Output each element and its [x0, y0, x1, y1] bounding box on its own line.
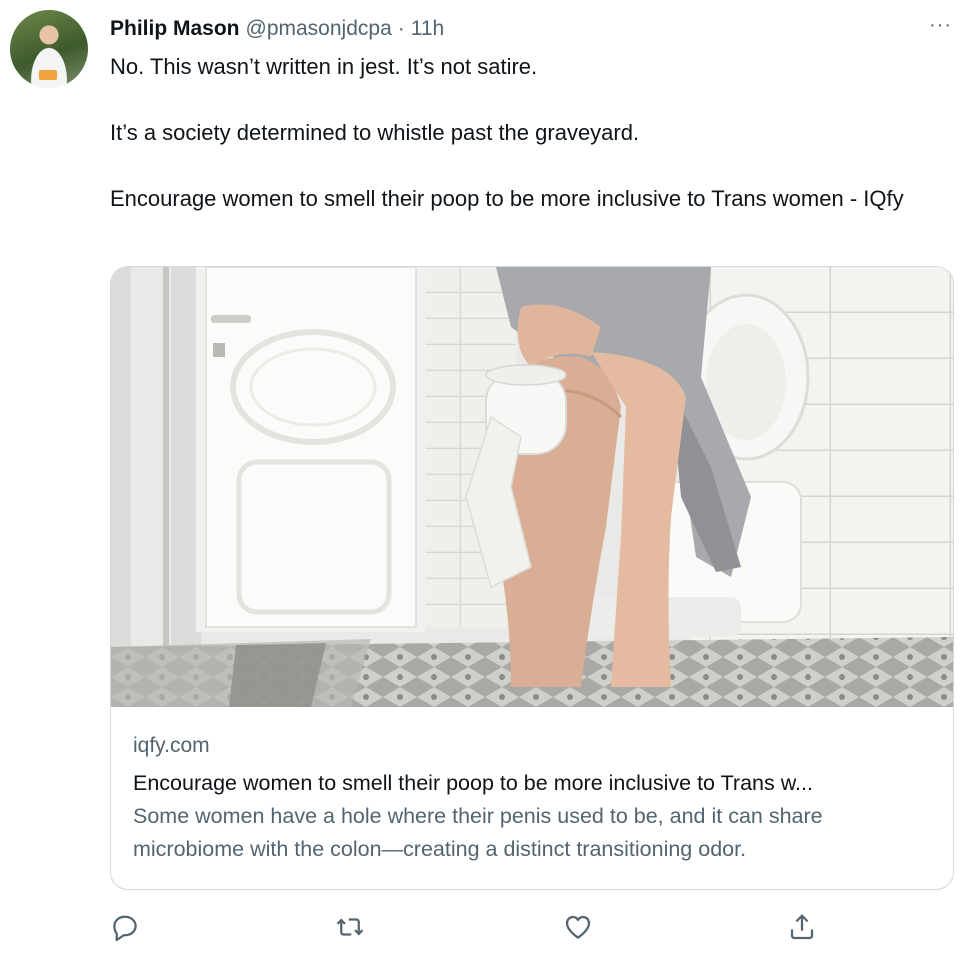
- share-button[interactable]: [787, 912, 819, 944]
- retweet-button[interactable]: [335, 912, 367, 944]
- author-name[interactable]: Philip Mason: [110, 17, 240, 41]
- avatar[interactable]: [10, 10, 88, 88]
- link-card[interactable]: iqfy.com Encourage women to smell their …: [110, 266, 954, 890]
- tweet-actions: [0, 912, 980, 948]
- tweet-header: Philip Mason @pmasonjdcpa · 11h: [110, 14, 444, 44]
- card-title[interactable]: Encourage women to smell their poop to b…: [133, 767, 931, 800]
- tweet-line: Encourage women to smell their poop to b…: [110, 186, 904, 211]
- author-handle[interactable]: @pmasonjdcpa: [246, 17, 392, 41]
- card-domain[interactable]: iqfy.com: [133, 731, 931, 761]
- tweet-line: It’s a society determined to whistle pas…: [110, 120, 640, 145]
- more-options-icon[interactable]: ···: [929, 15, 952, 35]
- reply-icon: [113, 915, 137, 942]
- bathroom-photo: [111, 267, 953, 707]
- tweet-line: No. This wasn’t written in jest. It’s no…: [110, 54, 538, 79]
- reply-button[interactable]: [110, 912, 142, 944]
- retweet-icon: [336, 918, 364, 936]
- card-image[interactable]: [111, 267, 953, 707]
- tweet-text: No. This wasn’t written in jest. It’s no…: [110, 50, 960, 215]
- card-description[interactable]: Some women have a hole where their penis…: [133, 800, 931, 866]
- timestamp[interactable]: 11h: [411, 17, 444, 41]
- share-icon: [790, 914, 814, 940]
- heart-icon: [565, 915, 591, 939]
- separator-dot: ·: [397, 17, 405, 40]
- like-button[interactable]: [563, 912, 595, 944]
